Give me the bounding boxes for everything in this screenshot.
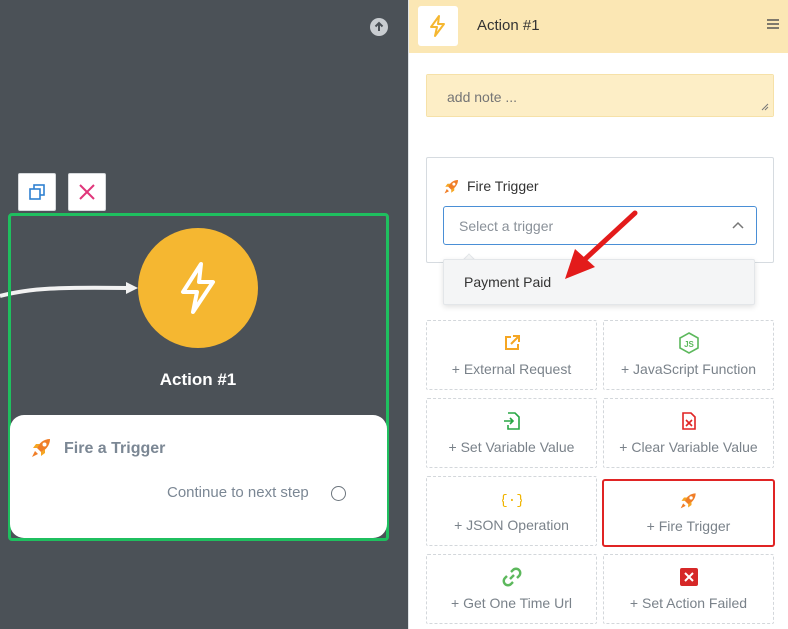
tile-label: + Set Variable Value: [448, 439, 575, 455]
annotation-arrow: [565, 210, 638, 279]
tile-clear-variable-value[interactable]: + Clear Variable Value: [603, 398, 774, 468]
lightning-icon: [181, 262, 215, 314]
card-title: Fire a Trigger: [64, 440, 166, 457]
workflow-canvas[interactable]: Action #1 Fire a Trigger Continue to nex…: [0, 0, 408, 629]
tile-javascript-function[interactable]: JS + JavaScript Function: [603, 320, 774, 390]
rocket-icon: [679, 490, 699, 510]
lightning-icon: [430, 15, 445, 37]
tile-label: + JavaScript Function: [620, 361, 756, 377]
tile-set-action-failed[interactable]: + Set Action Failed: [603, 554, 774, 624]
close-icon: [79, 184, 95, 200]
tile-json-operation[interactable]: {·} + JSON Operation: [426, 476, 597, 546]
duplicate-node-button[interactable]: [18, 173, 56, 211]
tile-fire-trigger[interactable]: + Fire Trigger: [602, 479, 775, 547]
fire-trigger-text: Fire Trigger: [467, 178, 539, 194]
tile-label: + JSON Operation: [454, 517, 569, 533]
tile-label: + Fire Trigger: [646, 518, 731, 534]
action-settings-panel: Action #1 Fire Trigger Select a trigger: [408, 0, 788, 629]
menu-icon[interactable]: [767, 18, 779, 30]
js-icon: JS: [678, 332, 699, 354]
fire-trigger-label: Fire Trigger: [443, 177, 539, 195]
tile-label: + Set Action Failed: [629, 595, 748, 611]
panel-title: Action #1: [477, 17, 540, 34]
chevron-up-icon: [732, 221, 744, 229]
rocket-icon: [444, 180, 458, 194]
header-lightning-box: [418, 6, 458, 46]
duplicate-icon: [29, 184, 45, 200]
file-import-icon: [502, 411, 522, 431]
tile-label: + Get One Time Url: [451, 595, 572, 611]
tile-label: + Clear Variable Value: [619, 439, 758, 455]
x-box-icon: [679, 567, 699, 587]
node-title: Action #1: [159, 370, 237, 389]
next-step-connector[interactable]: [331, 486, 346, 501]
continue-step-label: Continue to next step: [167, 484, 309, 501]
svg-text:{·}: {·}: [502, 493, 522, 509]
panel-header: Action #1: [409, 0, 788, 53]
dropdown-option-payment-paid[interactable]: Payment Paid: [464, 274, 551, 290]
tile-label: + External Request: [451, 361, 572, 377]
resize-grip-icon[interactable]: [759, 101, 769, 111]
external-link-icon: [502, 333, 522, 353]
tile-get-one-time-url[interactable]: + Get One Time Url: [426, 554, 597, 624]
node-card[interactable]: Fire a Trigger Continue to next step: [10, 415, 387, 538]
delete-node-button[interactable]: [68, 173, 106, 211]
action-node[interactable]: [138, 228, 258, 348]
tile-external-request[interactable]: + External Request: [426, 320, 597, 390]
link-icon: [502, 567, 522, 587]
json-braces-icon: {·}: [502, 489, 522, 509]
note-input[interactable]: [426, 74, 774, 117]
scroll-up-icon[interactable]: [370, 18, 388, 36]
file-clear-icon: [679, 411, 699, 431]
tile-set-variable-value[interactable]: + Set Variable Value: [426, 398, 597, 468]
svg-text:JS: JS: [684, 340, 694, 349]
select-placeholder: Select a trigger: [459, 217, 554, 234]
rocket-icon: [32, 439, 50, 457]
